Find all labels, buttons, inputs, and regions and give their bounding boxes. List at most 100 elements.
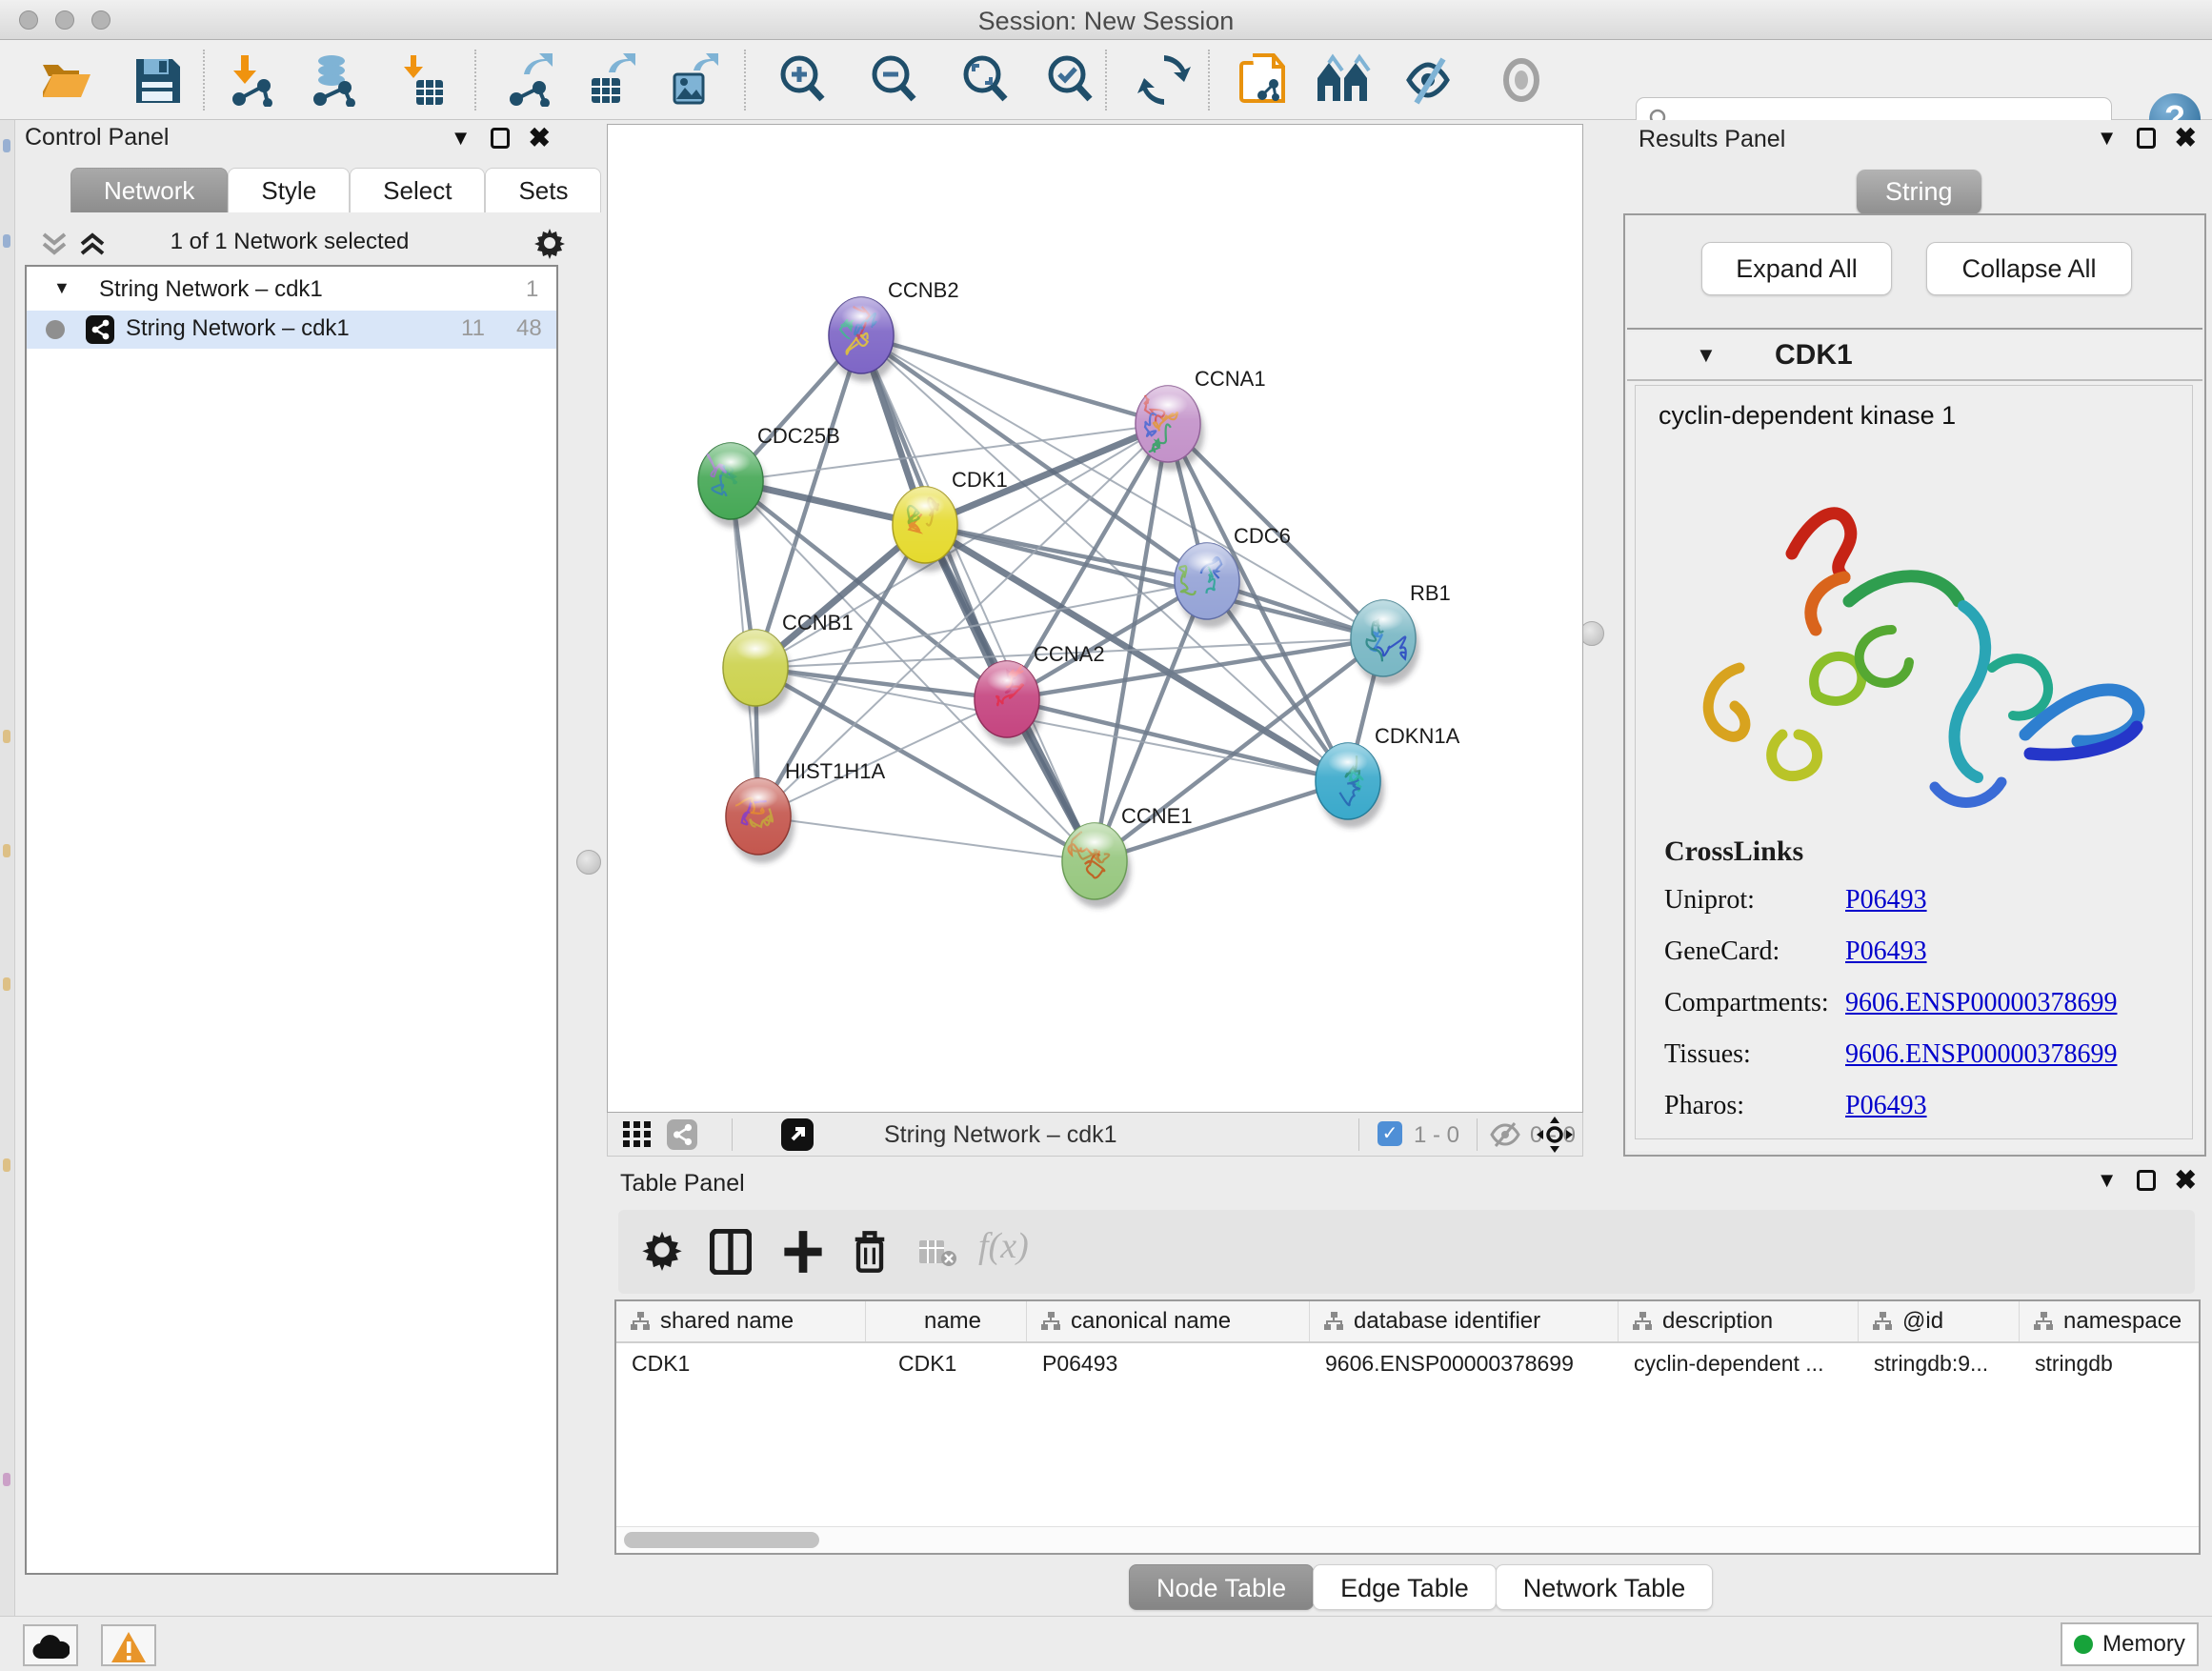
table-horizontal-scrollbar[interactable] [616, 1526, 2199, 1553]
function-builder-icon[interactable]: f(x) [978, 1225, 1029, 1267]
hide-details-icon[interactable] [1495, 53, 1548, 107]
toolbar-separator [1358, 1118, 1359, 1151]
network-bullet-icon [46, 320, 65, 339]
zoom-in-icon[interactable] [776, 53, 830, 107]
detach-view-icon[interactable] [781, 1118, 814, 1151]
tab-style[interactable]: Style [228, 168, 350, 212]
panel-close-icon[interactable]: ✖ [2175, 128, 2197, 149]
memory-button[interactable]: Memory [2061, 1622, 2199, 1666]
crosslink-link[interactable]: 9606.ENSP00000378699 [1845, 988, 2117, 1018]
import-table-file-icon[interactable] [395, 53, 449, 107]
title-bar: Session: New Session [0, 0, 2212, 40]
zoom-out-icon[interactable] [868, 53, 921, 107]
crosslink-link[interactable]: 9606.ENSP00000378699 [1845, 1039, 2117, 1070]
warnings-button[interactable] [101, 1624, 156, 1666]
crosslink-label: Pharos: [1664, 1091, 1845, 1121]
column-type-icon [1632, 1311, 1653, 1332]
tab-sets[interactable]: Sets [485, 168, 601, 212]
table-toolbar: f(x) [618, 1210, 2195, 1294]
memory-label: Memory [2102, 1631, 2185, 1658]
column-header[interactable]: namespace [2020, 1301, 2199, 1341]
crosslink-link[interactable]: P06493 [1845, 885, 1927, 916]
results-panel: Results Panel ▼ ✖ String Expand All Coll… [1619, 120, 2212, 1168]
tab-string[interactable]: String [1857, 170, 1981, 214]
panel-float-icon[interactable] [491, 128, 510, 149]
tab-select[interactable]: Select [350, 168, 485, 212]
column-type-icon [1040, 1311, 1061, 1332]
control-panel-tabs: Network Style Select Sets [70, 168, 601, 212]
node-label-ccnb2: CCNB2 [888, 278, 959, 302]
gene-description: cyclin-dependent kinase 1 [1659, 401, 1956, 431]
panel-collapse-icon[interactable]: ▼ [451, 126, 472, 151]
overview-windows-icon[interactable] [1316, 53, 1369, 107]
tab-network[interactable]: Network [70, 168, 228, 212]
collapse-all-button[interactable]: Collapse All [1926, 242, 2132, 295]
import-network-database-icon[interactable] [307, 53, 360, 107]
apply-layout-icon[interactable] [1137, 53, 1191, 107]
left-splitter-handle[interactable] [576, 850, 601, 875]
import-network-file-icon[interactable] [226, 53, 279, 107]
column-header[interactable]: name [866, 1301, 1027, 1341]
collection-label: String Network – cdk1 [99, 276, 323, 303]
table-panel-title: Table Panel [620, 1170, 745, 1198]
zoom-selected-icon[interactable] [1044, 53, 1097, 107]
column-header[interactable]: shared name [616, 1301, 866, 1341]
gear-icon[interactable] [533, 227, 566, 259]
toolbar-separator [1477, 1118, 1478, 1151]
entry-expander-icon[interactable]: ▼ [1696, 343, 1717, 368]
collection-expander-icon[interactable]: ▼ [53, 278, 70, 298]
expand-all-button[interactable]: Expand All [1701, 242, 1892, 295]
hidden-eye-slash-icon[interactable] [1490, 1122, 1520, 1147]
node-label-rb1: RB1 [1410, 581, 1451, 605]
node-label-ccna2: CCNA2 [1034, 642, 1105, 666]
graphics-details-icon[interactable] [1401, 53, 1455, 107]
crosslink-link[interactable]: P06493 [1845, 936, 1927, 967]
zoom-fit-icon[interactable] [959, 53, 1013, 107]
panel-collapse-icon[interactable]: ▼ [2097, 126, 2118, 151]
show-columns-icon[interactable] [710, 1229, 752, 1275]
table-gear-icon[interactable] [641, 1229, 683, 1271]
scrollbar-thumb[interactable] [624, 1532, 819, 1548]
save-session-icon[interactable] [131, 53, 184, 107]
delete-column-icon[interactable] [851, 1229, 889, 1275]
column-header[interactable]: @id [1859, 1301, 2020, 1341]
cloud-status-button[interactable] [23, 1624, 78, 1666]
pan-tool-icon[interactable] [1537, 1117, 1573, 1153]
export-image-icon[interactable] [667, 53, 720, 107]
column-header[interactable]: description [1619, 1301, 1859, 1341]
export-network-icon[interactable] [505, 53, 558, 107]
crosslink-link[interactable]: P06493 [1845, 1091, 1927, 1121]
export-table-icon[interactable] [586, 53, 639, 107]
crosslink-label: Compartments: [1664, 988, 1845, 1018]
network-from-selection-icon[interactable] [1237, 53, 1291, 107]
panel-float-icon[interactable] [2137, 128, 2156, 149]
warning-icon [111, 1631, 147, 1663]
add-column-icon[interactable] [782, 1229, 824, 1275]
selected-checkbox-icon[interactable]: ✓ [1377, 1121, 1402, 1146]
network-row-selected[interactable]: String Network – cdk1 11 48 [27, 311, 556, 349]
column-header[interactable]: database identifier [1310, 1301, 1619, 1341]
network-node-rb1[interactable]: RB1 [1351, 581, 1451, 685]
column-type-icon [2033, 1311, 2054, 1332]
tab-edge-table[interactable]: Edge Table [1313, 1564, 1497, 1610]
network-label: String Network – cdk1 [126, 315, 350, 342]
network-collection-row[interactable]: ▼ String Network – cdk1 1 [27, 272, 556, 311]
open-session-icon[interactable] [39, 53, 92, 107]
network-canvas[interactable]: CCNB2CCNA1CDC25BCDK1CDC6RB1CCNB1CCNA2CDK… [607, 124, 1583, 1113]
view-mode-icon[interactable] [667, 1119, 697, 1150]
table-row[interactable]: CDK1 CDK1 P06493 9606.ENSP00000378699 cy… [616, 1343, 2199, 1383]
panel-close-icon[interactable]: ✖ [2175, 1170, 2197, 1191]
network-view-toolbar: String Network – cdk1 ✓ 1 - 0 0 - 0 [607, 1113, 1583, 1157]
panel-collapse-icon[interactable]: ▼ [2097, 1168, 2118, 1193]
tab-network-table[interactable]: Network Table [1496, 1564, 1714, 1610]
network-node-cdkn1a[interactable]: CDKN1A [1316, 724, 1460, 828]
crosslinks-section: CrossLinks Uniprot:P06493 GeneCard:P0649… [1664, 836, 2179, 1142]
delete-table-icon[interactable] [919, 1238, 957, 1267]
column-header[interactable]: canonical name [1027, 1301, 1310, 1341]
tab-node-table[interactable]: Node Table [1129, 1564, 1314, 1610]
network-node-hist1h1a[interactable]: HIST1H1A [726, 759, 885, 863]
panel-float-icon[interactable] [2137, 1170, 2156, 1191]
panel-close-icon[interactable]: ✖ [529, 128, 551, 149]
network-node-ccne1[interactable]: CCNE1 [1062, 804, 1193, 908]
grid-mode-icon[interactable] [623, 1121, 652, 1148]
